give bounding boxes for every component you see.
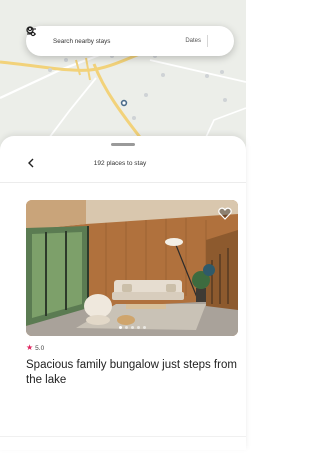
back-button[interactable] bbox=[24, 156, 38, 170]
chevron-left-icon bbox=[28, 158, 34, 168]
map-canvas bbox=[0, 0, 246, 150]
dates-button[interactable]: Dates bbox=[185, 38, 201, 44]
pagination-dot[interactable] bbox=[142, 326, 146, 329]
pagination-dot[interactable] bbox=[118, 326, 122, 329]
listing-card[interactable]: ★ 5.0 Spacious family bungalow just step… bbox=[26, 200, 238, 470]
header-divider bbox=[0, 182, 246, 183]
pagination-dot[interactable] bbox=[130, 326, 134, 329]
places-count: 192 places to stay bbox=[93, 160, 147, 167]
favorite-button[interactable] bbox=[217, 205, 233, 221]
search-bar[interactable]: Search nearby stays Dates bbox=[26, 26, 234, 56]
heart-icon bbox=[218, 207, 232, 220]
search-divider bbox=[207, 35, 208, 47]
pagination-dot[interactable] bbox=[136, 326, 140, 329]
rating: ★ 5.0 bbox=[26, 344, 44, 352]
sliders-icon[interactable] bbox=[27, 26, 226, 47]
photo-pagination bbox=[26, 326, 238, 329]
listing-photo[interactable] bbox=[26, 200, 238, 336]
map-view[interactable]: Search nearby stays Dates bbox=[0, 0, 246, 150]
search-input[interactable]: Search nearby stays bbox=[53, 38, 185, 45]
search-icon bbox=[26, 26, 48, 47]
results-sheet: 192 places to stay ★ 5.0 Spacious family… bbox=[0, 136, 246, 450]
pagination-dot[interactable] bbox=[124, 326, 128, 329]
star-icon: ★ bbox=[26, 343, 34, 352]
rating-value: 5.0 bbox=[35, 344, 45, 352]
drag-handle[interactable] bbox=[111, 143, 135, 146]
listing-title[interactable]: Spacious family bungalow just steps from… bbox=[26, 358, 238, 388]
list-divider bbox=[0, 436, 246, 437]
